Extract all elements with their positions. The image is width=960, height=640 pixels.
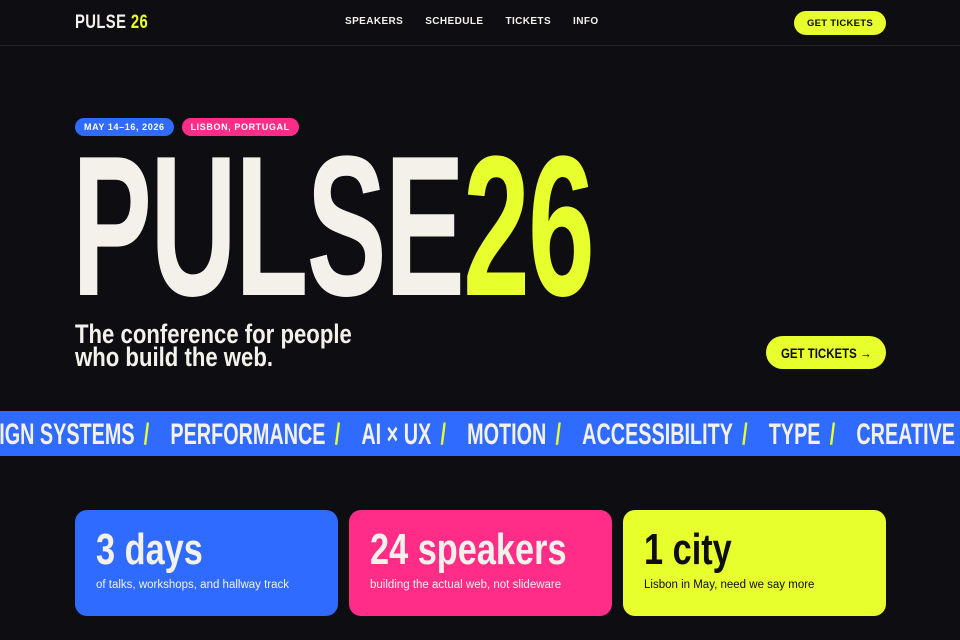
marquee-item: PERFORMANCE — [170, 418, 326, 451]
nav-link-speakers[interactable]: SPEAKERS — [345, 16, 403, 27]
stat-caption: of talks, workshops, and hallway track — [96, 579, 290, 591]
stat-card-speakers: 24 speakers building the actual web, not… — [349, 510, 612, 616]
hero-tagline: The conference for people who build the w… — [75, 321, 435, 372]
marquee-separator: / — [555, 418, 562, 451]
hero-title-number: 26 — [463, 115, 595, 338]
marquee-item: MOTION — [467, 418, 547, 451]
marquee-item: ACCESSIBILITY — [582, 418, 733, 451]
tagline-line-2: who build the web. — [75, 342, 274, 372]
nav-get-tickets-button[interactable]: GET TICKETS — [794, 11, 886, 35]
nav-link-info[interactable]: INFO — [573, 16, 599, 27]
marquee-item: SIGN SYSTEMS — [0, 418, 135, 451]
stats-cards: 3 days of talks, workshops, and hallway … — [75, 510, 886, 616]
marquee-separator: / — [440, 418, 446, 451]
nav-link-schedule[interactable]: SCHEDULE — [425, 16, 483, 27]
hero-title: PULSE26 — [72, 127, 692, 327]
hero-get-tickets-label: GET TICKETS → — [780, 344, 872, 361]
logo[interactable]: PULSE 26 — [75, 12, 149, 34]
logo-number: 26 — [130, 12, 149, 33]
marquee-separator: / — [742, 418, 748, 451]
marquee-separator: / — [334, 418, 341, 451]
nav-links: SPEAKERS SCHEDULE TICKETS INFO — [345, 16, 599, 27]
nav-link-tickets[interactable]: TICKETS — [505, 16, 551, 27]
marquee-item: TYPE — [768, 418, 821, 451]
top-nav: PULSE 26 SPEAKERS SCHEDULE TICKETS INFO … — [0, 0, 960, 46]
hero-get-tickets-button[interactable]: GET TICKETS → — [766, 336, 886, 369]
marquee-track: SIGN SYSTEMS / PERFORMANCE / AI × UX / MOTION /… — [0, 418, 960, 452]
marquee-item: CREATIVE COD — [856, 418, 960, 451]
stat-value: 1 city — [644, 525, 732, 574]
stat-value: 3 days — [96, 525, 203, 574]
marquee-item: AI × UX — [361, 418, 432, 451]
hero-title-word: PULSE — [72, 115, 465, 338]
topics-marquee: SIGN SYSTEMS / PERFORMANCE / AI × UX / MOTION /… — [0, 411, 960, 456]
logo-name: PULSE — [75, 12, 127, 33]
stat-card-days: 3 days of talks, workshops, and hallway … — [75, 510, 338, 616]
stat-caption: Lisbon in May, need we say more — [644, 579, 815, 591]
stat-caption: building the actual web, not slideware — [370, 579, 562, 591]
stat-value: 24 speakers — [370, 525, 567, 574]
marquee-separator: / — [143, 418, 150, 451]
stat-card-city: 1 city Lisbon in May, need we say more — [623, 510, 886, 616]
marquee-separator: / — [829, 418, 836, 451]
